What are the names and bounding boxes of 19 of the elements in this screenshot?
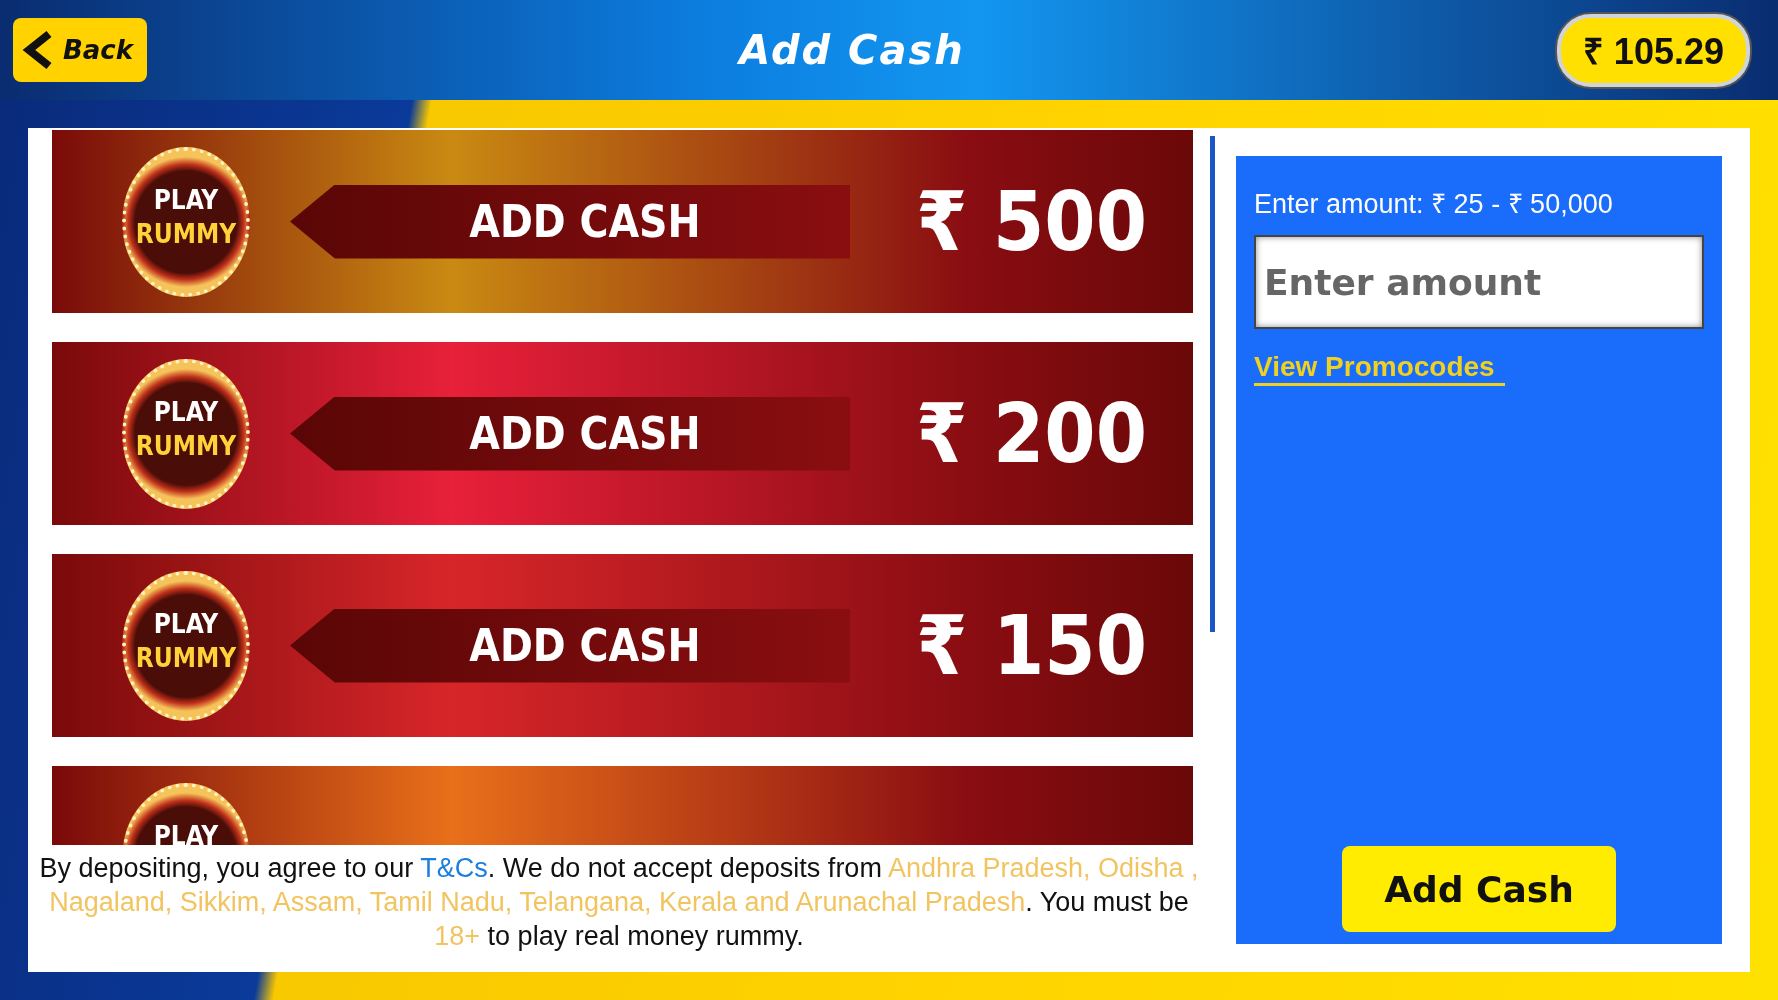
banner-amount: ₹ 500 [916, 174, 1147, 269]
page-title: Add Cash [739, 27, 965, 73]
add-cash-banner[interactable]: PLAY RUMMY ADD CASH ₹ 500 [52, 130, 1193, 313]
banner-amount: ₹ 150 [916, 598, 1147, 693]
add-cash-button[interactable]: Add Cash [1342, 846, 1616, 932]
add-cash-banner[interactable]: PLAY RUMMY ADD CASH ₹ 150 [52, 554, 1193, 737]
amount-range-label: Enter amount: ₹ 25 - ₹ 50,000 [1254, 188, 1614, 221]
add-cash-banner[interactable]: PLAY RUMMY ADD CASH ₹ 200 [52, 342, 1193, 525]
play-rummy-badge: PLAY [122, 782, 250, 845]
add-cash-banner[interactable]: PLAY [52, 766, 1193, 845]
back-button[interactable]: Back [13, 18, 148, 82]
deposit-disclaimer: By depositing, you agree to our T&Cs. We do not accept deposits from Andhra Pradesh, Odisha , Nagaland, Sikkim, Assam, Tamil Nadu, Telangana, Kerala and Arunachal Pradesh. You must be 18+ to play real money rummy. [38, 852, 1200, 953]
wallet-balance: ₹ 105.29 [1556, 13, 1750, 87]
terms-link[interactable]: T&Cs [420, 853, 488, 883]
amount-input-field[interactable]: Enter amount [1254, 235, 1704, 329]
play-rummy-badge: PLAY RUMMY [122, 358, 250, 509]
play-rummy-badge: PLAY RUMMY [122, 570, 250, 721]
banner-amount: ₹ 200 [916, 386, 1147, 481]
play-rummy-badge: PLAY RUMMY [122, 146, 250, 297]
